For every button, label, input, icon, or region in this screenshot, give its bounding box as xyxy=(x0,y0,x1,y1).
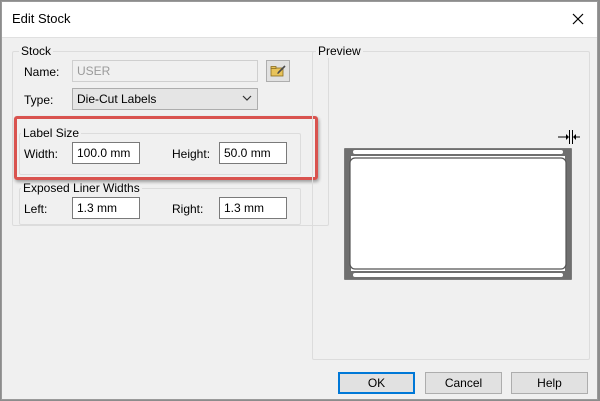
liner-width-indicator-icon xyxy=(558,130,580,144)
title-bar: Edit Stock xyxy=(2,2,597,38)
type-select[interactable]: Die-Cut Labels xyxy=(72,88,258,110)
name-label: Name: xyxy=(24,65,60,79)
left-label: Left: xyxy=(24,202,48,216)
label-size-highlight xyxy=(14,116,318,180)
type-label: Type: xyxy=(24,93,54,107)
type-select-value: Die-Cut Labels xyxy=(77,92,157,106)
dialog-title: Edit Stock xyxy=(12,11,71,26)
folder-pencil-icon xyxy=(270,65,286,77)
ok-button[interactable]: OK xyxy=(338,372,415,394)
liner-widths-group-legend: Exposed Liner Widths xyxy=(21,181,142,195)
stock-browse-button[interactable] xyxy=(266,60,290,82)
edit-stock-dialog: Edit Stock Stock Name: USER Type: Die-Cu… xyxy=(1,1,598,400)
stock-group-legend: Stock xyxy=(19,44,54,58)
right-liner-field[interactable]: 1.3 mm xyxy=(219,197,287,219)
right-label: Right: xyxy=(172,202,204,216)
cancel-button[interactable]: Cancel xyxy=(425,372,502,394)
name-field[interactable]: USER xyxy=(72,60,258,82)
chevron-down-icon xyxy=(242,95,252,101)
left-liner-field[interactable]: 1.3 mm xyxy=(72,197,140,219)
help-button[interactable]: Help xyxy=(511,372,588,394)
label-preview xyxy=(344,148,572,280)
close-button[interactable] xyxy=(565,7,591,31)
preview-group-legend: Preview xyxy=(316,44,363,58)
close-icon xyxy=(572,13,584,25)
